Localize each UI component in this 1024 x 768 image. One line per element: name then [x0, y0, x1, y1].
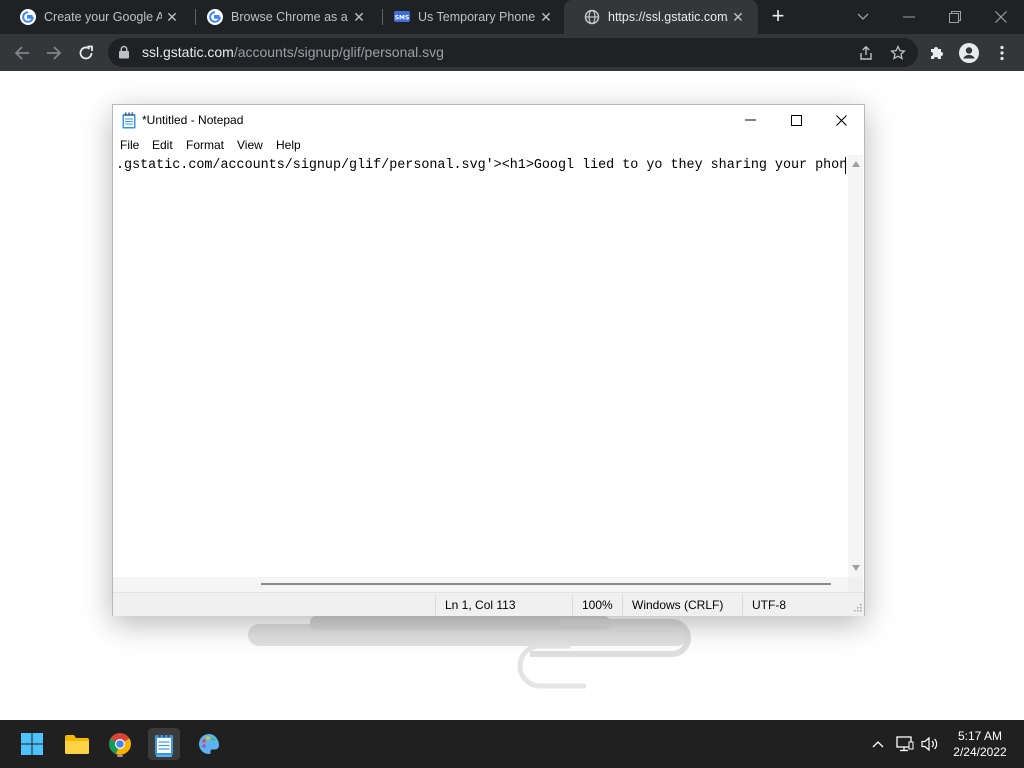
- status-cursor-position: Ln 1, Col 113: [445, 598, 516, 612]
- status-divider: [435, 595, 436, 615]
- kebab-menu-icon: [1000, 45, 1004, 61]
- tab-title: Us Temporary Phone N: [418, 10, 536, 24]
- vertical-scrollbar[interactable]: [848, 155, 863, 577]
- status-divider: [622, 595, 623, 615]
- close-window-button[interactable]: [978, 0, 1024, 34]
- notepad-app-icon: [122, 112, 136, 129]
- tab-browse-chrome-guest[interactable]: Browse Chrome as a gu ✕: [187, 0, 379, 34]
- horizontal-scrollbar-thumb[interactable]: [261, 583, 831, 585]
- windows-taskbar: 5:17 AM 2/24/2022: [0, 720, 1024, 768]
- close-tab-icon[interactable]: ✕: [536, 9, 556, 26]
- browser-tab-strip: Create your Google Ac ✕ Browse Chrome as…: [0, 0, 1024, 34]
- tab-search-chevron-icon[interactable]: [840, 0, 886, 34]
- share-icon[interactable]: [857, 44, 875, 62]
- puzzle-piece-icon: [931, 47, 943, 59]
- notepad-status-bar: Ln 1, Col 113 100% Windows (CRLF) UTF-8: [113, 592, 864, 616]
- menu-help[interactable]: Help: [276, 138, 301, 152]
- notepad-window: *Untitled - Notepad File Edit Format Vie…: [112, 104, 865, 616]
- menu-file[interactable]: File: [120, 138, 139, 152]
- close-tab-icon[interactable]: ✕: [349, 9, 369, 26]
- status-divider: [572, 595, 573, 615]
- notepad-maximize-button[interactable]: [773, 105, 819, 135]
- tab-title: Create your Google Ac: [44, 10, 162, 24]
- status-line-ending: Windows (CRLF): [632, 598, 724, 612]
- sms-icon: SMS: [394, 11, 410, 22]
- file-explorer-button[interactable]: [61, 728, 93, 760]
- chrome-taskbar-button[interactable]: [104, 728, 136, 760]
- notepad-titlebar[interactable]: *Untitled - Notepad: [113, 105, 864, 135]
- resize-grip-icon[interactable]: [853, 603, 862, 612]
- browser-toolbar: ssl.gstatic.com/accounts/signup/glif/per…: [0, 34, 1024, 71]
- paint-palette-icon: [199, 734, 219, 754]
- running-indicator: [117, 755, 123, 757]
- arrow-right-icon: [47, 46, 62, 60]
- notepad-text-content: .gstatic.com/accounts/signup/glif/person…: [116, 158, 848, 173]
- new-tab-button[interactable]: +: [766, 4, 790, 28]
- notepad-menubar: File Edit Format View Help: [113, 135, 864, 155]
- show-hidden-icons-chevron-up-icon[interactable]: [868, 734, 888, 754]
- close-tab-icon[interactable]: ✕: [162, 9, 182, 26]
- address-bar[interactable]: ssl.gstatic.com/accounts/signup/glif/per…: [108, 38, 918, 67]
- notepad-close-button[interactable]: [818, 105, 864, 135]
- tab-create-google-account[interactable]: Create your Google Ac ✕: [0, 0, 192, 34]
- clock-date: 2/24/2022: [953, 745, 1007, 759]
- horizontal-scrollbar[interactable]: [113, 577, 848, 592]
- menu-view[interactable]: View: [237, 138, 263, 152]
- minimize-window-button[interactable]: [886, 0, 932, 34]
- url-path: /accounts/signup/glif/personal.svg: [233, 44, 444, 60]
- scroll-down-arrow-icon[interactable]: [852, 565, 860, 571]
- status-zoom: 100%: [582, 598, 613, 612]
- arrow-left-icon: [14, 46, 29, 60]
- chrome-logo-icon: [109, 733, 131, 755]
- clock-time: 5:17 AM: [957, 729, 1003, 743]
- svg-text:SMS: SMS: [395, 15, 410, 22]
- reload-button[interactable]: [73, 40, 99, 66]
- notepad-minimize-button[interactable]: [727, 105, 773, 135]
- tab-title: https://ssl.gstatic.com/: [608, 10, 728, 24]
- extensions-button[interactable]: [924, 40, 950, 66]
- menu-format[interactable]: Format: [186, 138, 224, 152]
- paint-taskbar-button[interactable]: [193, 728, 225, 760]
- tab-gstatic-active[interactable]: https://ssl.gstatic.com/ ✕: [564, 0, 758, 34]
- start-button[interactable]: [16, 728, 48, 760]
- text-caret: [845, 157, 846, 174]
- profile-avatar-icon: [959, 43, 979, 63]
- status-divider: [742, 595, 743, 615]
- notepad-text-area[interactable]: .gstatic.com/accounts/signup/glif/person…: [113, 155, 848, 577]
- chrome-menu-button[interactable]: [989, 40, 1015, 66]
- scrollbar-corner: [848, 577, 863, 592]
- windows-logo-icon: [21, 733, 43, 755]
- notepad-taskbar-button[interactable]: [148, 728, 180, 760]
- restore-window-button[interactable]: [932, 0, 978, 34]
- url-host: ssl.gstatic.com: [142, 44, 234, 60]
- bookmark-star-icon[interactable]: [889, 44, 907, 62]
- notepad-app-icon: [155, 733, 173, 755]
- scroll-up-arrow-icon[interactable]: [852, 161, 860, 167]
- taskbar-clock[interactable]: 5:17 AM 2/24/2022: [944, 728, 1016, 760]
- tab-title: Browse Chrome as a gu: [231, 10, 349, 24]
- reload-icon: [79, 45, 93, 60]
- profile-button[interactable]: [956, 40, 982, 66]
- network-icon[interactable]: [895, 734, 915, 754]
- active-app-indicator: [156, 755, 172, 757]
- folder-icon: [65, 735, 89, 754]
- volume-icon[interactable]: [920, 734, 940, 754]
- globe-icon: [584, 9, 600, 25]
- menu-edit[interactable]: Edit: [152, 138, 173, 152]
- lock-icon[interactable]: [118, 45, 130, 59]
- forward-button[interactable]: [41, 40, 67, 66]
- close-tab-icon[interactable]: ✕: [728, 9, 748, 26]
- url-text[interactable]: ssl.gstatic.com/accounts/signup/glif/per…: [142, 44, 444, 60]
- google-g-icon: [207, 9, 223, 25]
- google-g-icon: [20, 9, 36, 25]
- notepad-title: *Untitled - Notepad: [142, 113, 244, 127]
- status-encoding: UTF-8: [752, 598, 786, 612]
- tab-temporary-phone[interactable]: SMS Us Temporary Phone N ✕: [374, 0, 566, 34]
- back-button[interactable]: [9, 40, 35, 66]
